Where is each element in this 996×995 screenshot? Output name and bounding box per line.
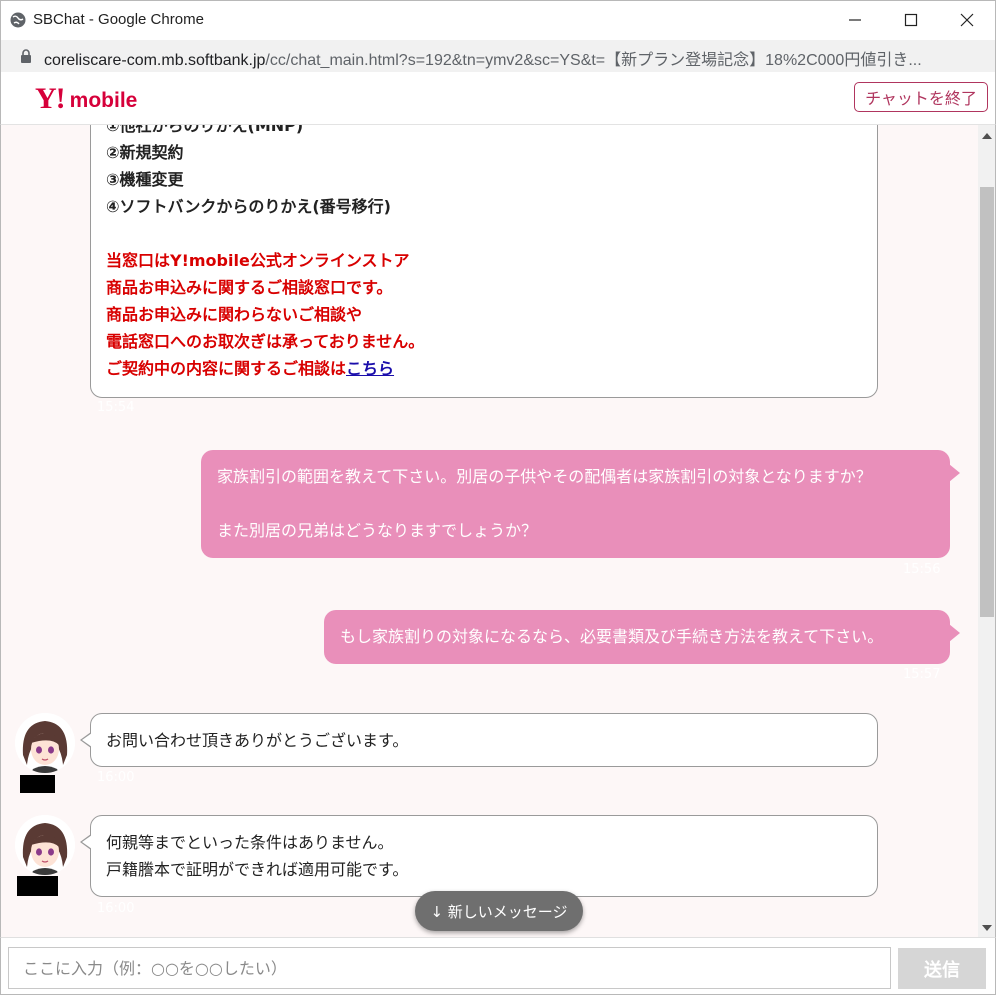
globe-icon <box>10 12 26 28</box>
message-time: 15:54 <box>97 400 135 415</box>
message-time: 15:57 <box>903 667 941 682</box>
message-time: 16:00 <box>97 901 135 916</box>
chat-area[interactable]: ①他社からのりかえ(MNP) ②新規契約 ③機種変更 ④ソフトバンクからのりかえ… <box>0 125 978 937</box>
message-line: また別居の兄弟はどうなりますでしょうか？ <box>217 521 538 540</box>
scroll-up-icon[interactable] <box>982 133 992 139</box>
url-host: coreliscare-com.mb.softbank.jp <box>44 52 266 69</box>
logo-mobile: mobile <box>69 89 138 112</box>
notice-line: 電話窓口へのお取次ぎは承っておりません。 <box>106 332 425 351</box>
composer: 送信 <box>0 937 996 995</box>
operator-avatar-icon <box>15 713 75 773</box>
message-line: ①他社からのりかえ(MNP) <box>106 125 304 135</box>
contract-inquiry-link[interactable]: こちら <box>346 359 394 378</box>
bubble-tail <box>80 834 92 850</box>
user-message: もし家族割りの対象になるなら、必要書類及び手続き方法を教えて下さい。 <box>324 610 960 664</box>
logo-y: Y! <box>35 82 66 115</box>
minimize-button[interactable] <box>827 1 883 39</box>
operator-name-redacted <box>20 775 55 793</box>
bubble-tail <box>80 732 92 748</box>
maximize-icon <box>904 13 918 27</box>
message-time: 15:56 <box>903 562 941 577</box>
chat-scrollbar[interactable] <box>978 125 996 937</box>
message-line: 何親等までといった条件はありません。 <box>106 833 394 852</box>
message-line: ③機種変更 <box>106 170 184 189</box>
url-path: /cc/chat_main.html?s=192&tn=ymv2&sc=YS&t… <box>265 52 922 69</box>
url-text[interactable]: coreliscare-com.mb.softbank.jp/cc/chat_m… <box>44 46 974 70</box>
maximize-button[interactable] <box>883 1 939 39</box>
scroll-down-icon[interactable] <box>982 925 992 931</box>
notice-line: ご契約中の内容に関するご相談はこちら <box>106 355 862 382</box>
message-line: もし家族割りの対象になるなら、必要書類及び手続き方法を教えて下さい。 <box>340 627 884 646</box>
lock-icon <box>21 49 31 63</box>
end-chat-button[interactable]: チャットを終了 <box>854 82 988 112</box>
operator-avatar-icon <box>15 815 75 875</box>
browser-titlebar: SBChat - Google Chrome <box>0 0 996 40</box>
scrollbar-thumb[interactable] <box>980 187 994 617</box>
message-line: ④ソフトバンクからのりかえ(番号移行) <box>106 197 391 216</box>
operator-message: お問い合わせ頂きありがとうございます。 <box>80 713 878 767</box>
close-icon <box>960 13 974 27</box>
message-line: 家族割引の範囲を教えて下さい。別居の子供やその配偶者は家族割引の対象となりますか… <box>217 467 872 486</box>
bubble-tail <box>949 624 960 642</box>
notice-line: 当窓口はY!mobile公式オンラインストア <box>106 251 410 270</box>
notice-text: ご契約中の内容に関するご相談は <box>106 359 347 378</box>
user-message: 家族割引の範囲を教えて下さい。別居の子供やその配偶者は家族割引の対象となりますか… <box>201 450 960 558</box>
message-line: 戸籍謄本で証明ができれば適用可能です。 <box>106 860 409 879</box>
minimize-icon <box>849 19 861 21</box>
send-button[interactable]: 送信 <box>898 948 986 989</box>
operator-avatar <box>15 815 75 875</box>
operator-message: ①他社からのりかえ(MNP) ②新規契約 ③機種変更 ④ソフトバンクからのりかえ… <box>90 125 878 398</box>
close-window-button[interactable] <box>939 1 995 39</box>
message-line: お問い合わせ頂きありがとうございます。 <box>106 731 409 750</box>
window-title: SBChat - Google Chrome <box>33 11 204 28</box>
address-bar[interactable]: coreliscare-com.mb.softbank.jp/cc/chat_m… <box>0 40 996 72</box>
operator-avatar <box>15 713 75 773</box>
ymobile-logo: Y! mobile <box>35 82 138 115</box>
operator-name-redacted <box>17 876 58 896</box>
bubble-tail <box>949 464 960 482</box>
operator-message: 何親等までといった条件はありません。 戸籍謄本で証明ができれば適用可能です。 <box>80 815 878 897</box>
message-line: ②新規契約 <box>106 143 184 162</box>
new-message-button[interactable]: ↓ 新しいメッセージ <box>415 891 583 931</box>
notice-line: 商品お申込みに関わらないご相談や <box>106 305 363 324</box>
app-header: Y! mobile チャットを終了 <box>0 72 996 125</box>
message-time: 16:00 <box>97 770 135 785</box>
message-input[interactable] <box>8 947 891 989</box>
notice-line: 商品お申込みに関するご相談窓口です。 <box>106 278 393 297</box>
